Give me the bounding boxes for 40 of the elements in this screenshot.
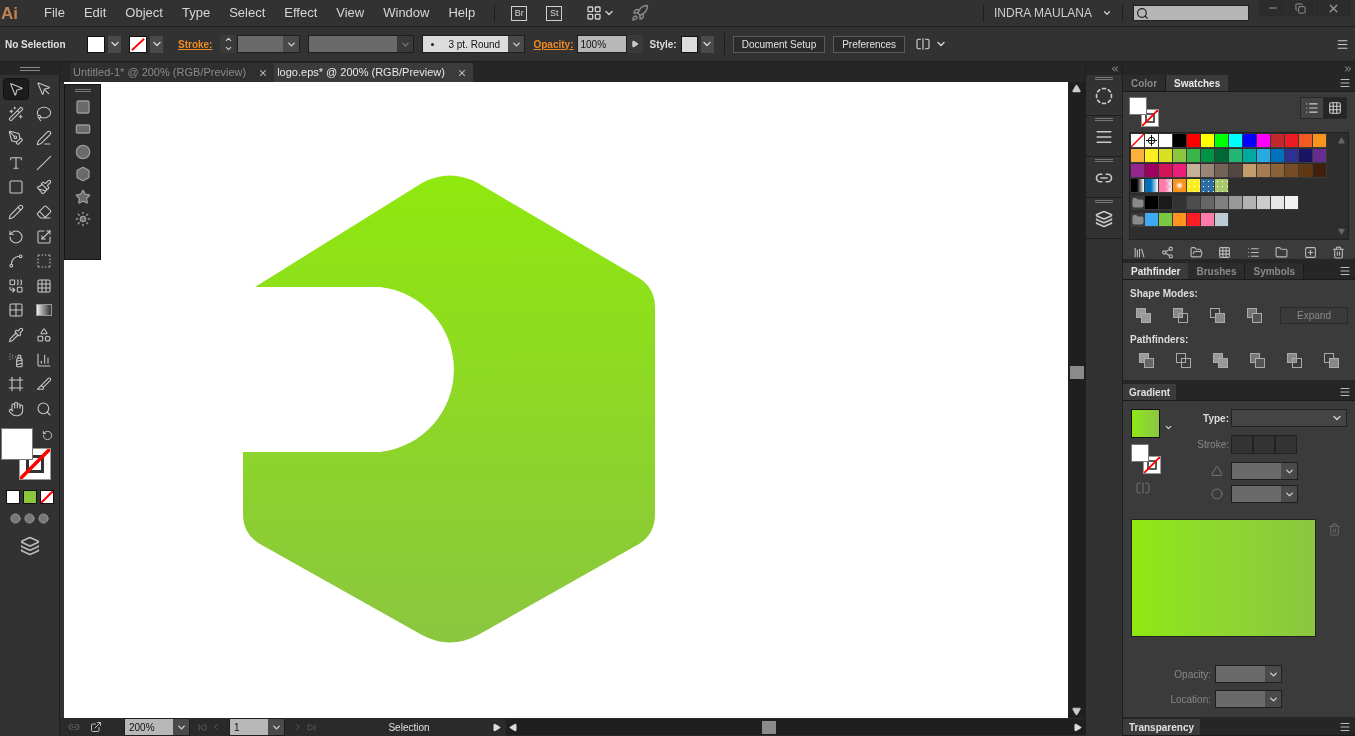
type-label: Type:	[1202, 411, 1229, 426]
selection-status: No Selection	[5, 37, 67, 52]
menu-item[interactable]: File	[35, 3, 74, 23]
stroke-label: Stroke:	[1196, 438, 1229, 452]
menu-item[interactable]: Type	[172, 3, 220, 23]
style-label: Style:	[649, 37, 677, 52]
menu-item[interactable]: View	[327, 3, 374, 23]
user-account-menu[interactable]: INDRA MAULANA	[993, 4, 1112, 22]
menu-item[interactable]: Window	[374, 3, 439, 23]
panel-title: Transparency	[1123, 719, 1201, 735]
toolbar-button[interactable]: Document Setup	[732, 35, 826, 53]
opacity-link[interactable]: Opacity:	[533, 36, 574, 52]
artboard-dropdown[interactable]: 1	[229, 718, 285, 736]
panel-tab[interactable]: Symbols	[1245, 263, 1305, 279]
panel-tab[interactable]: Swatches	[1166, 75, 1229, 91]
menu-item[interactable]: Help	[439, 3, 485, 23]
brush-value: 3 pt. Round	[448, 37, 501, 52]
opacity-label: Opacity:	[1173, 667, 1211, 682]
shape-modes-label: Shape Modes:	[1130, 287, 1199, 301]
menu-item[interactable]: Select	[220, 3, 275, 23]
panel-tab[interactable]: Color	[1123, 75, 1167, 91]
panel-tab[interactable]: Pathfinder	[1123, 263, 1189, 279]
document-tab[interactable]: logo.eps* @ 200% (RGB/Preview)	[274, 63, 473, 82]
current-tool-status: Selection	[388, 720, 430, 735]
zoom-dropdown[interactable]: 200%	[124, 718, 190, 736]
pathfinders-label: Pathfinders:	[1130, 333, 1190, 347]
toolbar-button[interactable]: Preferences	[833, 35, 906, 53]
location-label: Location:	[1169, 692, 1211, 707]
stroke-link[interactable]: Stroke:	[178, 36, 213, 52]
menu-item[interactable]: Effect	[275, 3, 327, 23]
menu-item[interactable]: Object	[116, 3, 172, 23]
app-launch-button[interactable]: St	[546, 5, 563, 21]
app-launch-button[interactable]: Br	[511, 5, 528, 21]
opacity-field[interactable]: 100%	[577, 35, 628, 53]
menu-item[interactable]: Edit	[74, 3, 116, 23]
panel-title: Gradient	[1123, 384, 1177, 400]
app-logo: Ai	[0, 4, 19, 22]
panel-tab[interactable]: Brushes	[1188, 263, 1246, 279]
brush-dropdown[interactable]: 3 pt. Round	[422, 35, 526, 53]
document-tab[interactable]: Untitled-1* @ 200% (RGB/Preview)	[70, 63, 275, 82]
